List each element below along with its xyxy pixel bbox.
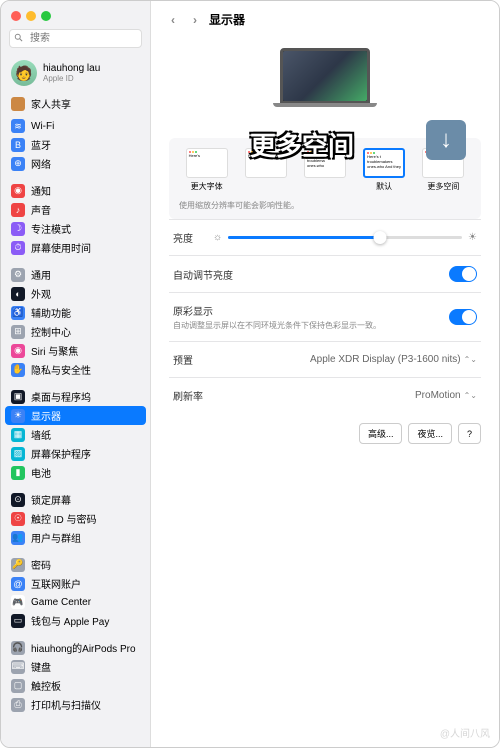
scale-option[interactable]: Here's更大字体 [186, 148, 228, 192]
help-button[interactable]: ? [458, 423, 481, 444]
sidebar-item[interactable]: B蓝牙 [5, 135, 146, 154]
sidebar-item[interactable]: ⏱屏幕使用时间 [5, 238, 146, 257]
sidebar-icon: B [11, 138, 25, 152]
sidebar-item[interactable]: @互联网账户 [5, 574, 146, 593]
family-icon [11, 97, 25, 111]
sidebar-item[interactable]: ☽专注模式 [5, 219, 146, 238]
night-shift-button[interactable]: 夜览... [408, 423, 452, 444]
sidebar-item[interactable]: ☀显示器 [5, 406, 146, 425]
sidebar-item[interactable]: ☉触控 ID 与密码 [5, 509, 146, 528]
sidebar-item[interactable]: 🔑密码 [5, 555, 146, 574]
sidebar-item[interactable]: ⚙通用 [5, 265, 146, 284]
sidebar-icon: ☀ [11, 409, 25, 423]
sidebar-icon: ◉ [11, 184, 25, 198]
sidebar-icon: ♿ [11, 306, 25, 320]
brightness-slider[interactable] [228, 236, 462, 239]
sidebar-icon: @ [11, 577, 25, 591]
sidebar-icon: ▣ [11, 390, 25, 404]
sidebar-item[interactable]: 🎧hiauhong的AirPods Pro [5, 638, 146, 657]
sidebar-item[interactable]: ⊕网络 [5, 154, 146, 173]
sidebar-icon: 🎮 [11, 595, 25, 609]
device-preview [169, 38, 481, 108]
sidebar-icon: ⊞ [11, 325, 25, 339]
sidebar-item[interactable]: ▮电池 [5, 463, 146, 482]
overlay-caption: 更多空间 [250, 126, 354, 163]
chevron-updown-icon: ⌃⌄ [464, 355, 477, 364]
sidebar-icon: ≋ [11, 119, 25, 133]
scale-option[interactable]: Here's t troublemakers ones.who And they… [363, 148, 405, 192]
sidebar-icon: 👥 [11, 531, 25, 545]
sidebar-item[interactable]: ⊙锁定屏幕 [5, 490, 146, 509]
family-sharing-row[interactable]: 家人共享 [1, 94, 150, 117]
sidebar-item[interactable]: ◐外观 [5, 284, 146, 303]
sidebar-icon: ⎙ [11, 698, 25, 712]
watermark: @人间八风 [440, 725, 490, 740]
sidebar-item[interactable]: ▢触控板 [5, 676, 146, 695]
sidebar-item[interactable]: ▭钱包与 Apple Pay [5, 611, 146, 630]
back-button[interactable]: ‹ [165, 12, 181, 28]
forward-button[interactable]: › [187, 12, 203, 28]
sidebar-icon: ▮ [11, 466, 25, 480]
sidebar-item[interactable]: ⎙打印机与扫描仪 [5, 695, 146, 714]
sidebar-icon: ▦ [11, 428, 25, 442]
sidebar-icon: ☉ [11, 512, 25, 526]
apple-id-row[interactable]: 🧑 hiauhong lau Apple ID [1, 56, 150, 94]
sidebar-item[interactable]: ✋隐私与安全性 [5, 360, 146, 379]
sidebar-icon: ⏱ [11, 241, 25, 255]
avatar: 🧑 [11, 60, 37, 86]
sidebar-icon: ▢ [11, 679, 25, 693]
chevron-updown-icon: ⌃⌄ [464, 391, 477, 400]
sidebar-icon: ✋ [11, 363, 25, 377]
overlay-arrow-icon [426, 120, 466, 160]
window-controls[interactable] [1, 1, 150, 27]
maximize-icon[interactable] [41, 11, 51, 21]
scale-note: 使用缩放分辨率可能会影响性能。 [179, 200, 471, 211]
auto-brightness-row: 自动调节亮度 [169, 255, 481, 292]
sidebar-icon: ◉ [11, 344, 25, 358]
true-tone-toggle[interactable] [449, 309, 477, 325]
sidebar-item[interactable]: ◉Siri 与聚焦 [5, 341, 146, 360]
sidebar-item[interactable]: ♪声音 [5, 200, 146, 219]
sidebar-icon: ▭ [11, 614, 25, 628]
sidebar-icon: 🔑 [11, 558, 25, 572]
sidebar-item[interactable]: 👥用户与群组 [5, 528, 146, 547]
minimize-icon[interactable] [26, 11, 36, 21]
true-tone-row: 原彩显示 自动调整显示屏以在不同环境光条件下保持色彩显示一致。 [169, 292, 481, 341]
sidebar-item[interactable]: ▣桌面与程序坞 [5, 387, 146, 406]
sidebar-item[interactable]: ⊞控制中心 [5, 322, 146, 341]
sun-dim-icon: ☼ [213, 232, 222, 243]
sidebar-icon: ⊕ [11, 157, 25, 171]
sidebar-icon: 🎧 [11, 641, 25, 655]
sidebar-item[interactable]: ⌨键盘 [5, 657, 146, 676]
sidebar-item[interactable]: ▨屏幕保护程序 [5, 444, 146, 463]
sidebar-item[interactable]: ◉通知 [5, 181, 146, 200]
sidebar-item[interactable]: ≋Wi-Fi [5, 117, 146, 135]
preset-row[interactable]: 预置 Apple XDR Display (P3-1600 nits)⌃⌄ [169, 341, 481, 377]
close-icon[interactable] [11, 11, 21, 21]
user-name: hiauhong lau [43, 63, 100, 74]
advanced-button[interactable]: 高级... [359, 423, 403, 444]
sidebar-icon: ◐ [11, 287, 25, 301]
sidebar-icon: ▨ [11, 447, 25, 461]
refresh-row[interactable]: 刷新率 ProMotion⌃⌄ [169, 377, 481, 413]
sidebar-icon: ♪ [11, 203, 25, 217]
sun-bright-icon: ☀ [468, 232, 477, 243]
brightness-row: 亮度 ☼ ☀ [169, 219, 481, 255]
search-input[interactable] [9, 29, 142, 48]
sidebar-icon: ⌨ [11, 660, 25, 674]
sidebar-item[interactable]: ▦墙纸 [5, 425, 146, 444]
sidebar-icon: ⚙ [11, 268, 25, 282]
auto-brightness-toggle[interactable] [449, 266, 477, 282]
sidebar-item[interactable]: 🎮Game Center [5, 593, 146, 611]
page-title: 显示器 [209, 11, 245, 28]
user-sub: Apple ID [43, 74, 100, 83]
sidebar-list: ≋Wi-FiB蓝牙⊕网络 ◉通知♪声音☽专注模式⏱屏幕使用时间 ⚙通用◐外观♿辅助功… [1, 117, 150, 747]
sidebar-item[interactable]: ♿辅助功能 [5, 303, 146, 322]
sidebar-icon: ☽ [11, 222, 25, 236]
sidebar-icon: ⊙ [11, 493, 25, 507]
